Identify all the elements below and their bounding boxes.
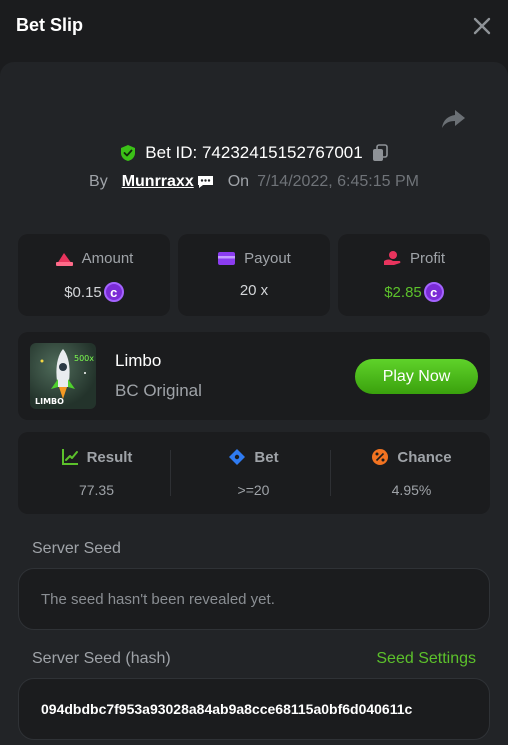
server-seed-hash-label: Server Seed (hash)	[32, 650, 171, 667]
shield-check-icon	[121, 145, 136, 161]
payout-card: Payout 20 x	[178, 234, 330, 316]
rocket-icon: 500x LIMBO	[35, 349, 94, 406]
bet-id-row: Bet ID: 74232415152767001	[0, 140, 508, 166]
thumb-badge: 500x	[74, 354, 94, 363]
chance-col: Chance 4.95%	[333, 432, 490, 514]
bet-date: 7/14/2022, 6:45:15 PM	[257, 173, 419, 190]
divider	[330, 450, 331, 496]
bet-col: Bet >=20	[175, 432, 332, 514]
share-icon[interactable]	[440, 108, 466, 130]
server-seed-hash-value: 094dbdbc7f953a93028a84ab9a8cce68115a0bf6…	[41, 701, 413, 717]
game-card: 500x LIMBO Limbo BC Original Play Now	[18, 332, 490, 420]
chat-bubble-icon	[197, 176, 213, 188]
game-name: Limbo	[115, 351, 162, 370]
profit-label: Profit	[409, 250, 445, 267]
thumb-label: LIMBO	[35, 397, 64, 406]
result-label: Result	[86, 448, 133, 466]
bet-tag-icon	[229, 449, 246, 465]
payout-value: 20 x	[239, 282, 269, 299]
play-now-button[interactable]: Play Now	[355, 359, 478, 394]
payout-card-icon	[218, 252, 236, 265]
percent-icon	[372, 449, 389, 465]
coin-icon: c	[423, 282, 444, 302]
amount-card: Amount $0.15 c	[18, 234, 170, 316]
username-link[interactable]: Munrraxx	[122, 173, 194, 191]
bet-id: Bet ID: 74232415152767001	[145, 143, 363, 162]
chance-label: Chance	[397, 448, 452, 466]
bet-author-row: By Munrraxx On 7/14/2022, 6:45:15 PM	[0, 170, 508, 194]
amount-label: Amount	[81, 250, 134, 267]
bet-label: Bet	[254, 448, 279, 466]
bet-value: >=20	[237, 482, 270, 498]
server-seed-label: Server Seed	[32, 540, 121, 557]
profit-hand-icon	[383, 251, 401, 265]
server-seed-field[interactable]: The seed hasn't been revealed yet.	[18, 568, 490, 630]
server-seed-hash-field[interactable]: 094dbdbc7f953a93028a84ab9a8cce68115a0bf6…	[18, 678, 490, 740]
chance-value: 4.95%	[391, 482, 432, 498]
bet-slip-header: Bet Slip	[0, 0, 508, 52]
server-seed-value: The seed hasn't been revealed yet.	[41, 591, 275, 608]
dialog-title: Bet Slip	[16, 15, 84, 35]
result-box: Result 77.35 Bet >=20 Chance 4.95%	[18, 432, 490, 514]
divider	[170, 450, 171, 496]
game-subtitle: BC Original	[115, 381, 202, 400]
amount-value: $0.15	[64, 283, 102, 301]
profit-value: $2.85	[384, 283, 422, 301]
amount-icon	[55, 253, 73, 266]
close-icon[interactable]	[470, 14, 494, 38]
by-label: By	[89, 173, 108, 190]
seed-settings-link[interactable]: Seed Settings	[376, 650, 476, 668]
result-col: Result 77.35	[18, 432, 175, 514]
result-value: 77.35	[78, 482, 115, 498]
payout-label: Payout	[244, 250, 291, 267]
result-chart-icon	[61, 449, 78, 465]
limbo-thumbnail[interactable]: 500x LIMBO	[30, 343, 96, 409]
copy-icon[interactable]	[371, 144, 389, 162]
coin-icon: c	[103, 282, 124, 302]
profit-card: Profit $2.85 c	[338, 234, 490, 316]
on-label: On	[227, 173, 250, 190]
